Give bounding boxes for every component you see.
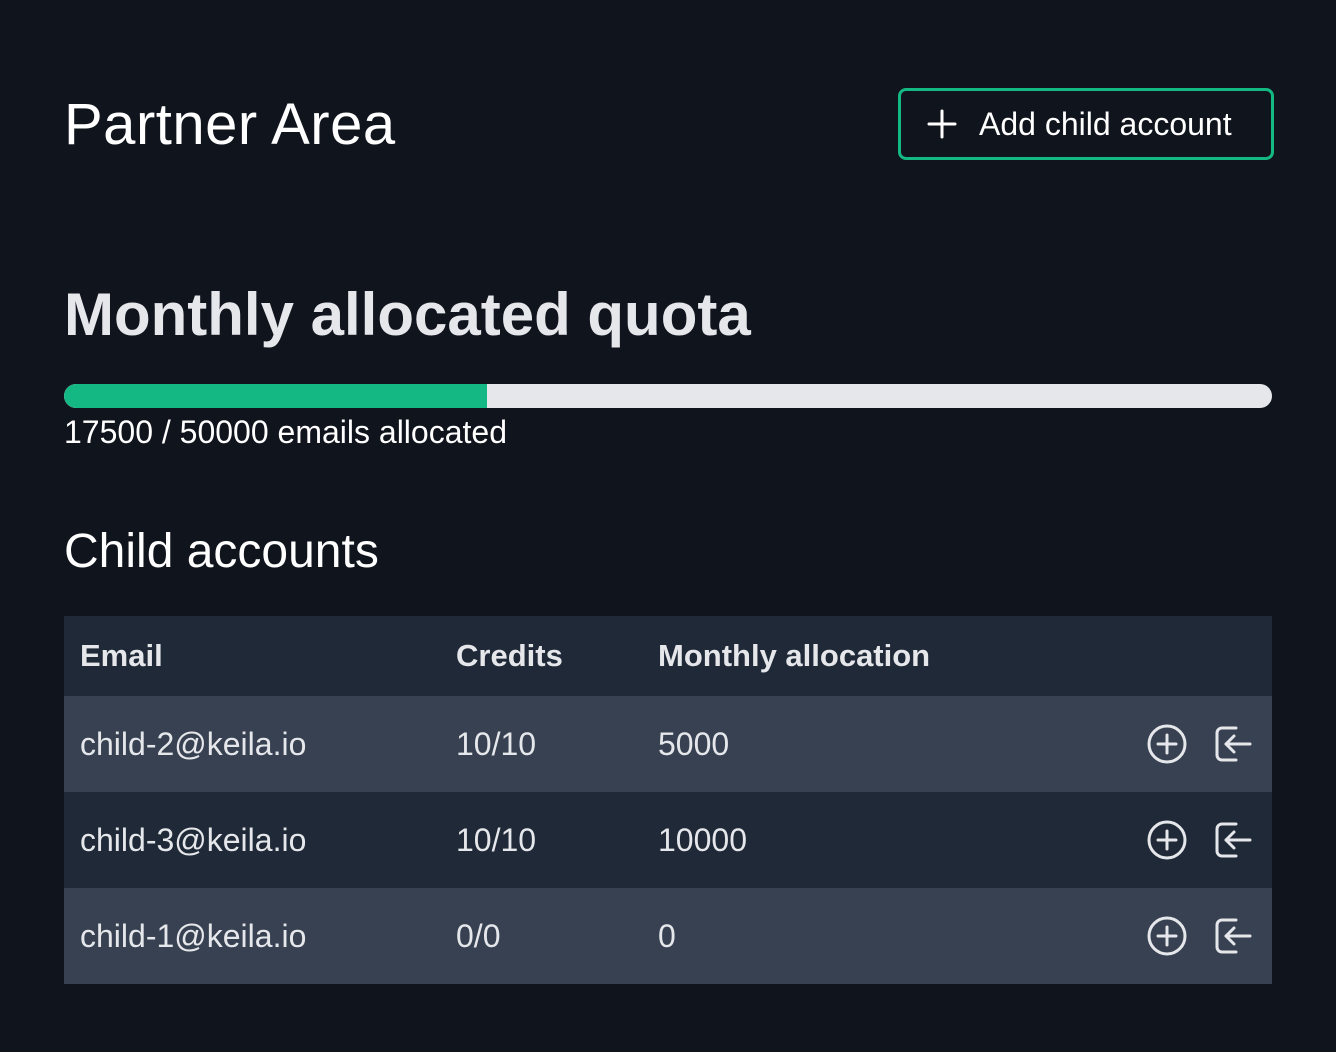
- child-accounts-table: Email Credits Monthly allocation child-2…: [64, 616, 1272, 984]
- quota-summary-text: 17500 / 50000 emails allocated: [64, 414, 507, 450]
- add-child-account-label: Add child account: [979, 105, 1232, 142]
- add-credits-icon[interactable]: [1145, 722, 1189, 766]
- column-header-credits: Credits: [440, 616, 642, 696]
- quota-progress-fill: [64, 384, 487, 408]
- quota-title: Monthly allocated quota: [64, 281, 751, 348]
- row-actions: [1112, 888, 1272, 984]
- add-child-account-button[interactable]: Add child account: [898, 88, 1274, 160]
- column-header-actions: [1112, 616, 1272, 696]
- row-credits: 0/0: [440, 888, 642, 984]
- row-monthly-allocation: 5000: [642, 696, 1112, 792]
- table-row: child-2@keila.io 10/10 5000: [64, 696, 1272, 792]
- column-header-email: Email: [64, 616, 440, 696]
- table-header-row: Email Credits Monthly allocation: [64, 616, 1272, 696]
- partner-area-page: Partner Area Add child account Monthly a…: [0, 0, 1336, 1052]
- login-as-icon[interactable]: [1210, 722, 1254, 766]
- child-accounts-title: Child accounts: [64, 525, 379, 578]
- quota-progress-bar: [64, 384, 1272, 408]
- row-credits: 10/10: [440, 792, 642, 888]
- row-credits: 10/10: [440, 696, 642, 792]
- table-row: child-1@keila.io 0/0 0: [64, 888, 1272, 984]
- row-email: child-2@keila.io: [64, 696, 440, 792]
- table-row: child-3@keila.io 10/10 10000: [64, 792, 1272, 888]
- add-credits-icon[interactable]: [1145, 818, 1189, 862]
- login-as-icon[interactable]: [1210, 818, 1254, 862]
- add-credits-icon[interactable]: [1145, 914, 1189, 958]
- login-as-icon[interactable]: [1210, 914, 1254, 958]
- plus-icon: [927, 109, 957, 139]
- column-header-monthly-allocation: Monthly allocation: [642, 616, 1112, 696]
- page-title: Partner Area: [64, 91, 396, 157]
- page-header: Partner Area Add child account: [64, 88, 1274, 160]
- row-actions: [1112, 696, 1272, 792]
- row-email: child-1@keila.io: [64, 888, 440, 984]
- row-monthly-allocation: 10000: [642, 792, 1112, 888]
- row-actions: [1112, 792, 1272, 888]
- row-email: child-3@keila.io: [64, 792, 440, 888]
- row-monthly-allocation: 0: [642, 888, 1112, 984]
